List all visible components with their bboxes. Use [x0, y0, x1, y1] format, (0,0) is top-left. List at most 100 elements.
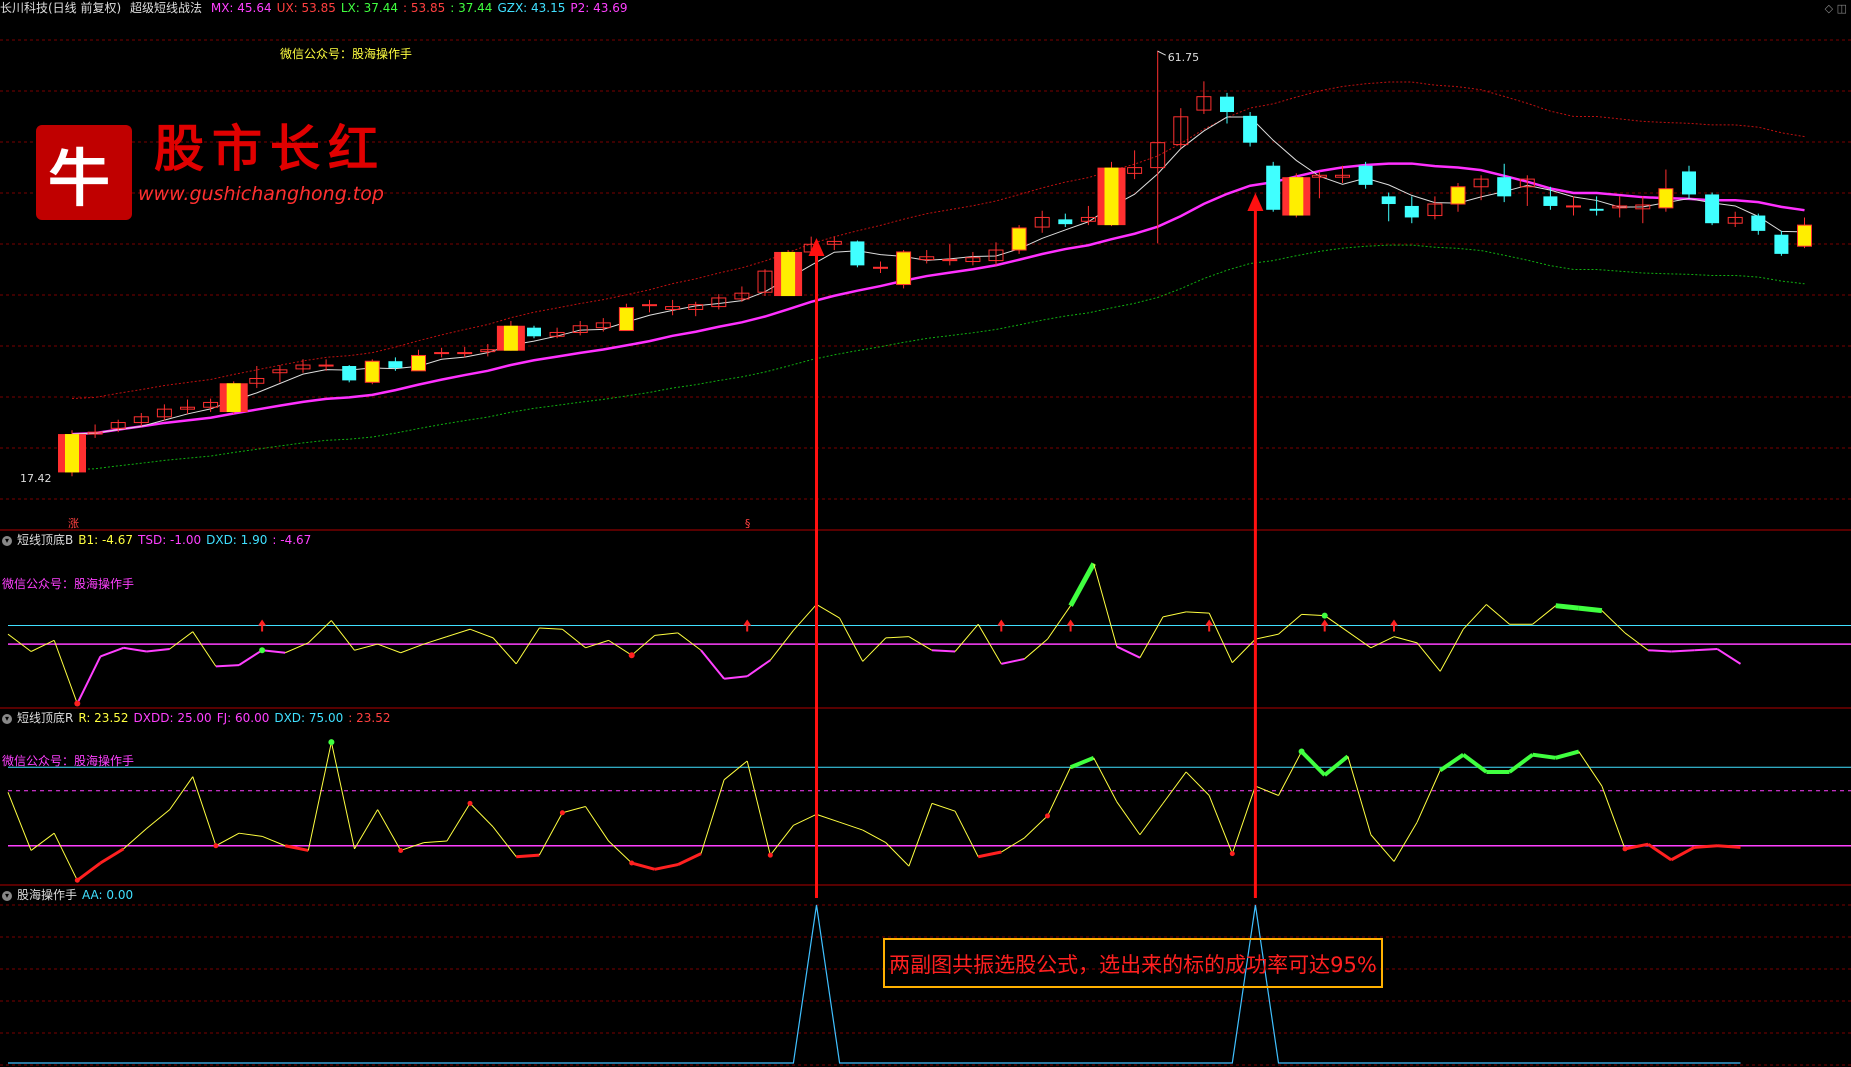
panel-b-value-2: DXD: 1.90 [206, 533, 268, 547]
b1-segment [53, 640, 78, 704]
r-segment [816, 813, 840, 823]
candle-body-up [942, 259, 958, 262]
candle-body-up-filled [1011, 227, 1027, 251]
b1-bottom-dot [74, 700, 81, 707]
b1-segment [793, 604, 817, 631]
r-segment [1439, 753, 1465, 773]
panel-r-title[interactable]: 短线顶底R [17, 711, 73, 725]
candle-body-up [642, 304, 657, 307]
collapse-icon[interactable]: ▾ [2, 713, 12, 724]
stock-title[interactable]: 长川科技(日线 前复权) [0, 1, 121, 15]
b1-segment [307, 620, 332, 644]
b1-segment [238, 649, 263, 666]
b1-segment [215, 664, 240, 668]
r-bottom-dot [467, 800, 473, 806]
b1-segment [354, 643, 378, 651]
b1-segment [862, 637, 887, 662]
candle-body-down [1682, 171, 1696, 195]
r-bottom-dot [398, 847, 404, 853]
b1-segment [261, 649, 286, 654]
r-segment [53, 832, 78, 881]
r-bottom-dot [74, 877, 80, 883]
r-segment [516, 853, 540, 859]
panel-b-value-3: : -4.67 [272, 533, 312, 547]
panel-b-value-0: B1: -4.67 [78, 533, 134, 547]
r-segment [1416, 770, 1441, 823]
s-marker: § [745, 517, 751, 530]
header-value-2: LX: 37.44 [340, 1, 398, 15]
panel-aa-chart [8, 904, 1741, 1064]
candle-body-down [1589, 208, 1604, 211]
panel-b-wechat: 微信公众号：股海操作手 [2, 577, 135, 591]
b1-segment [1093, 563, 1118, 647]
panel-r-header: ▾ 短线顶底R R: 23.52 DXDD: 25.00 FJ: 60.00 DXD: 7… [0, 710, 400, 726]
r-segment [954, 810, 979, 857]
candle-body-down [342, 366, 357, 381]
candle-body-down [1774, 234, 1789, 254]
header-value-5: GZX: 43.15 [497, 1, 566, 15]
r-segment [1001, 837, 1025, 853]
panel-b-title[interactable]: 短线顶底B [17, 533, 73, 547]
panel-r-value-4: : 23.52 [348, 711, 391, 725]
b1-segment [1231, 638, 1256, 664]
aa-line [8, 904, 1741, 1064]
candle-body-down [527, 327, 541, 337]
signal-arrows [808, 193, 1264, 898]
candle-body-big-inner [1104, 167, 1119, 226]
r-segment [1717, 844, 1741, 849]
b1-segment [146, 648, 170, 653]
up-arrow-icon [1205, 619, 1214, 632]
collapse-icon[interactable]: ▾ [2, 890, 12, 901]
r-segment [1300, 750, 1327, 777]
candle-body-big-inner [226, 383, 241, 413]
r-segment [1231, 785, 1256, 854]
header-value-0: MX: 45.64 [210, 1, 272, 15]
r-segment [215, 832, 240, 847]
window-controls[interactable]: ◇ ◫ [1825, 2, 1847, 15]
indicator-name[interactable]: 超级短线战法 [130, 1, 202, 15]
candle-body-up-filled [364, 360, 380, 383]
r-bottom-dot [1229, 851, 1235, 857]
panel-aa-title[interactable]: 股海操作手 [17, 888, 77, 902]
candle-body-big-inner [65, 434, 79, 473]
up-arrow-icon [258, 619, 267, 632]
b1-segment [562, 628, 586, 649]
r-segment [1624, 842, 1649, 851]
candle-body-up [873, 266, 888, 269]
b1-segment [192, 631, 217, 667]
r-segment [492, 826, 517, 858]
candle-body-down [1058, 219, 1073, 225]
collapse-icon[interactable]: ▾ [2, 535, 12, 546]
b1-segment [1555, 603, 1580, 611]
up-marker: 涨 [68, 517, 79, 530]
r-segment [146, 809, 171, 829]
r-segment [769, 825, 794, 856]
up-arrow-icon [743, 619, 752, 632]
b1-segment [700, 649, 725, 680]
candle-body-down [1543, 196, 1558, 206]
b1-segment [1068, 562, 1096, 607]
candle-body-up-filled [1658, 188, 1674, 209]
r-segment [169, 776, 194, 810]
r-segment [1462, 753, 1488, 774]
panel-r-value-0: R: 23.52 [78, 711, 129, 725]
b1-segment [30, 639, 55, 652]
b1-segment [1001, 657, 1025, 665]
r-segment [446, 803, 471, 842]
candle-body-up-filled [1450, 186, 1466, 205]
b1-segment [1416, 642, 1441, 672]
r-segment [538, 812, 563, 856]
b1-top-dot [1321, 612, 1328, 619]
r-segment [723, 760, 748, 781]
logo-char: 牛 [48, 142, 111, 215]
b1-segment [423, 636, 448, 645]
b1-segment [723, 675, 748, 680]
candle-body-big-inner [1289, 177, 1304, 216]
b1-segment [1601, 610, 1626, 634]
r-segment [238, 832, 263, 837]
signal-arrow-head [1247, 193, 1264, 211]
annotation-box: 两副图共振选股公式，选出来的标的成功率可达95% [883, 938, 1383, 988]
r-segment [261, 835, 286, 847]
candle-body-up-filled [411, 354, 426, 372]
b1-segment [1139, 616, 1164, 658]
